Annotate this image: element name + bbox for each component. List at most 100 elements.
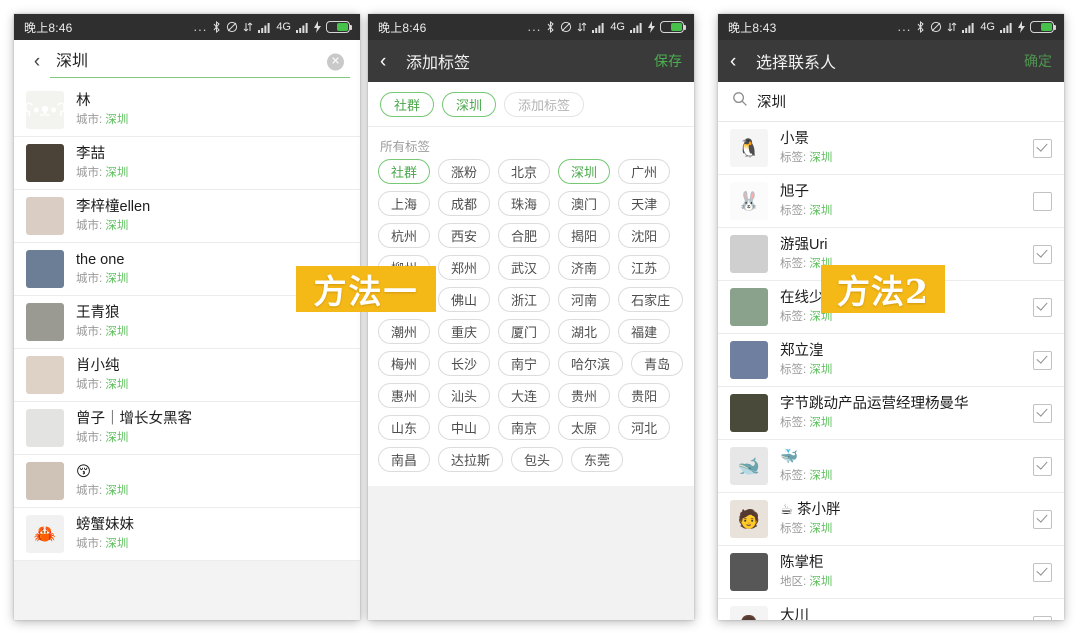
tag-option[interactable]: 西安: [438, 223, 491, 248]
tag-option[interactable]: 揭阳: [558, 223, 611, 248]
contact-row[interactable]: 郑立湟 标签: 深圳: [718, 334, 1064, 387]
avatar: [26, 197, 64, 235]
avatar: [26, 250, 64, 288]
tag-option[interactable]: 深圳: [558, 159, 611, 184]
contact-row[interactable]: 李梓橦ellen 城市: 深圳: [14, 190, 360, 243]
tag-option[interactable]: 天津: [618, 191, 671, 216]
tag-option[interactable]: 江苏: [618, 255, 671, 280]
tag-option[interactable]: 北京: [498, 159, 551, 184]
page-title: 添加标签: [406, 55, 471, 72]
tag-option[interactable]: 东莞: [571, 447, 624, 472]
tag-option[interactable]: 南宁: [498, 351, 551, 376]
tag-option[interactable]: 惠州: [378, 383, 431, 408]
contact-row[interactable]: 😚 城市: 深圳: [14, 455, 360, 508]
tag-option[interactable]: 澳门: [558, 191, 611, 216]
checkbox-checked-icon[interactable]: [1033, 244, 1052, 264]
contact-row[interactable]: 字节跳动产品运营经理杨曼华 标签: 深圳: [718, 387, 1064, 440]
checkbox-checked-icon[interactable]: [1033, 403, 1052, 423]
checkbox-checked-icon[interactable]: [1033, 615, 1052, 620]
tag-option[interactable]: 广州: [618, 159, 671, 184]
network-type-label: 4G: [276, 21, 291, 33]
contact-row[interactable]: 🦀 螃蟹妹妹 城市: 深圳: [14, 508, 360, 561]
tag-option[interactable]: 佛山: [438, 287, 491, 312]
tag-option[interactable]: 杭州: [378, 223, 431, 248]
tag-option[interactable]: 山东: [378, 415, 431, 440]
tag-option[interactable]: 石家庄: [618, 287, 684, 312]
tag-option[interactable]: 武汉: [498, 255, 551, 280]
tag-option[interactable]: 上海: [378, 191, 431, 216]
tag-option[interactable]: 南京: [498, 415, 551, 440]
contact-row[interactable]: 肖小纯 城市: 深圳: [14, 349, 360, 402]
confirm-button[interactable]: 确定: [1024, 51, 1052, 71]
tag-option[interactable]: 沈阳: [618, 223, 671, 248]
clear-icon[interactable]: ✕: [327, 53, 344, 71]
tag-option[interactable]: 珠海: [498, 191, 551, 216]
contact-row[interactable]: ʕ•ᴥ•ʔ 林城市: 深圳: [14, 84, 360, 137]
contact-row[interactable]: 🐧 小景 标签: 深圳: [718, 122, 1064, 175]
battery-icon: [1030, 21, 1056, 33]
more-dots-icon: ...: [527, 19, 542, 34]
tag-option[interactable]: 大连: [498, 383, 551, 408]
contact-text: ☕ 茶小胖 标签: 深圳: [780, 501, 1025, 537]
checkbox-checked-icon[interactable]: [1033, 562, 1052, 582]
tag-option[interactable]: 南昌: [378, 447, 431, 472]
tag-option[interactable]: 达拉斯: [438, 447, 504, 472]
tag-option[interactable]: 浙江: [498, 287, 551, 312]
checkbox-checked-icon[interactable]: [1033, 509, 1052, 529]
checkbox-unchecked-icon[interactable]: [1033, 191, 1052, 211]
tag-option[interactable]: 贵州: [558, 383, 611, 408]
contact-name: 郑立湟: [780, 343, 824, 359]
back-icon[interactable]: ‹: [24, 51, 50, 73]
contact-select-list[interactable]: 🐧 小景 标签: 深圳 🐰 旭子 标签: 深圳 游强Uri 标签: 深圳 在线少儿 标签: 深圳郑…: [718, 122, 1064, 620]
tag-option[interactable]: 河南: [558, 287, 611, 312]
contact-search-bar[interactable]: 深圳: [718, 82, 1064, 122]
contact-row[interactable]: 🐰 旭子 标签: 深圳: [718, 175, 1064, 228]
tag-option[interactable]: 贵阳: [618, 383, 671, 408]
tag-option[interactable]: 郑州: [438, 255, 491, 280]
all-tags-grid[interactable]: 社群涨粉北京深圳广州上海成都珠海澳门天津杭州西安合肥揭阳沈阳柳州郑州武汉济南江苏…: [368, 159, 694, 486]
search-input[interactable]: 深圳: [50, 47, 350, 78]
selected-tag-chip[interactable]: 社群: [380, 92, 435, 117]
tag-option[interactable]: 济南: [558, 255, 611, 280]
contact-field-label: 地区:: [780, 576, 810, 588]
tag-option[interactable]: 青岛: [631, 351, 684, 376]
tag-option[interactable]: 包头: [511, 447, 564, 472]
contact-row[interactable]: 🧑 ☕ 茶小胖 标签: 深圳: [718, 493, 1064, 546]
contact-row[interactable]: 🐋 🐳 标签: 深圳: [718, 440, 1064, 493]
contact-search-input[interactable]: 深圳: [757, 91, 786, 112]
tag-option[interactable]: 重庆: [438, 319, 491, 344]
checkbox-checked-icon[interactable]: [1033, 297, 1052, 317]
tag-option[interactable]: 潮州: [378, 319, 431, 344]
checkbox-checked-icon[interactable]: [1033, 350, 1052, 370]
contact-row[interactable]: 李喆 城市: 深圳: [14, 137, 360, 190]
tag-option[interactable]: 成都: [438, 191, 491, 216]
avatar: [26, 356, 64, 394]
checkbox-checked-icon[interactable]: [1033, 138, 1052, 158]
contact-result-list[interactable]: ʕ•ᴥ•ʔ 林城市: 深圳 李喆 城市: 深圳 李梓橦ellen 城市: 深圳 the on…: [14, 84, 360, 620]
contact-row[interactable]: 陈掌柜 地区: 深圳: [718, 546, 1064, 599]
contact-name: 林: [76, 93, 91, 109]
tag-option[interactable]: 湖北: [558, 319, 611, 344]
selected-tag-chips[interactable]: 社群 深圳 添加标签: [368, 82, 694, 127]
tag-option[interactable]: 梅州: [378, 351, 431, 376]
selected-tag-chip[interactable]: 深圳: [442, 92, 497, 117]
tag-option[interactable]: 福建: [618, 319, 671, 344]
checkbox-checked-icon[interactable]: [1033, 456, 1052, 476]
save-button[interactable]: 保存: [654, 51, 682, 71]
back-icon[interactable]: ‹: [380, 52, 402, 71]
tag-option[interactable]: 太原: [558, 415, 611, 440]
tag-option[interactable]: 河北: [618, 415, 671, 440]
tag-option[interactable]: 长沙: [438, 351, 491, 376]
add-tag-chip[interactable]: 添加标签: [504, 92, 585, 117]
tag-option[interactable]: 涨粉: [438, 159, 491, 184]
tag-option[interactable]: 社群: [378, 159, 431, 184]
status-time: 晚上8:46: [24, 20, 73, 35]
tag-option[interactable]: 哈尔滨: [558, 351, 624, 376]
back-icon[interactable]: ‹: [730, 52, 752, 71]
tag-option[interactable]: 中山: [438, 415, 491, 440]
contact-row[interactable]: 👨 大川地区: 深圳: [718, 599, 1064, 620]
contact-row[interactable]: 曾子｜增长女黑客 城市: 深圳: [14, 402, 360, 455]
tag-option[interactable]: 汕头: [438, 383, 491, 408]
tag-option[interactable]: 厦门: [498, 319, 551, 344]
tag-option[interactable]: 合肥: [498, 223, 551, 248]
